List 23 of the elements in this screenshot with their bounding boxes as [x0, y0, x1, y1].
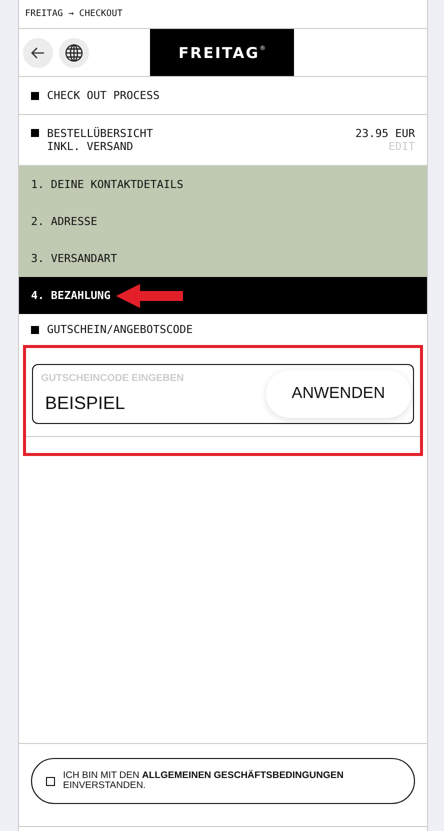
pointer-arrow-icon — [116, 282, 184, 308]
terms-text: ICH BIN MIT DEN ALLGEMEINEN GESCHÄFTSBEDINGUNGEN EINVERSTANDEN. — [63, 771, 345, 791]
summary-subtitle: INKL. VERSAND — [47, 140, 134, 153]
globe-icon — [65, 44, 83, 62]
summary-title: BESTELLÜBERSICHT — [47, 127, 153, 140]
step-item[interactable]: 1. DEINE KONTAKTDETAILS — [19, 166, 427, 203]
bullet-icon — [31, 129, 39, 137]
step-item[interactable]: 3. VERSANDART — [19, 240, 427, 277]
step-item[interactable]: 4. BEZAHLUNG — [19, 277, 427, 314]
terms-checkbox[interactable]: ICH BIN MIT DEN ALLGEMEINEN GESCHÄFTSBEDINGUNGEN EINVERSTANDEN. — [31, 758, 415, 804]
back-button[interactable] — [23, 38, 53, 68]
step-item[interactable]: 2. ADRESSE — [19, 203, 427, 240]
price: 23.95 EUR — [355, 127, 415, 140]
bullet-icon — [31, 92, 39, 100]
back-arrow-icon — [31, 46, 45, 58]
bullet-icon — [31, 326, 39, 334]
section-title: GUTSCHEIN/ANGEBOTSCODE — [47, 323, 193, 336]
checkbox[interactable] — [46, 776, 55, 786]
language-button[interactable] — [59, 38, 89, 68]
logo-text: FREITAG — [178, 44, 260, 62]
section-title: CHECK OUT PROCESS — [47, 89, 160, 102]
apply-button[interactable]: ANWENDEN — [266, 370, 411, 418]
breadcrumb: FREITAG → CHECKOUT — [25, 9, 123, 19]
